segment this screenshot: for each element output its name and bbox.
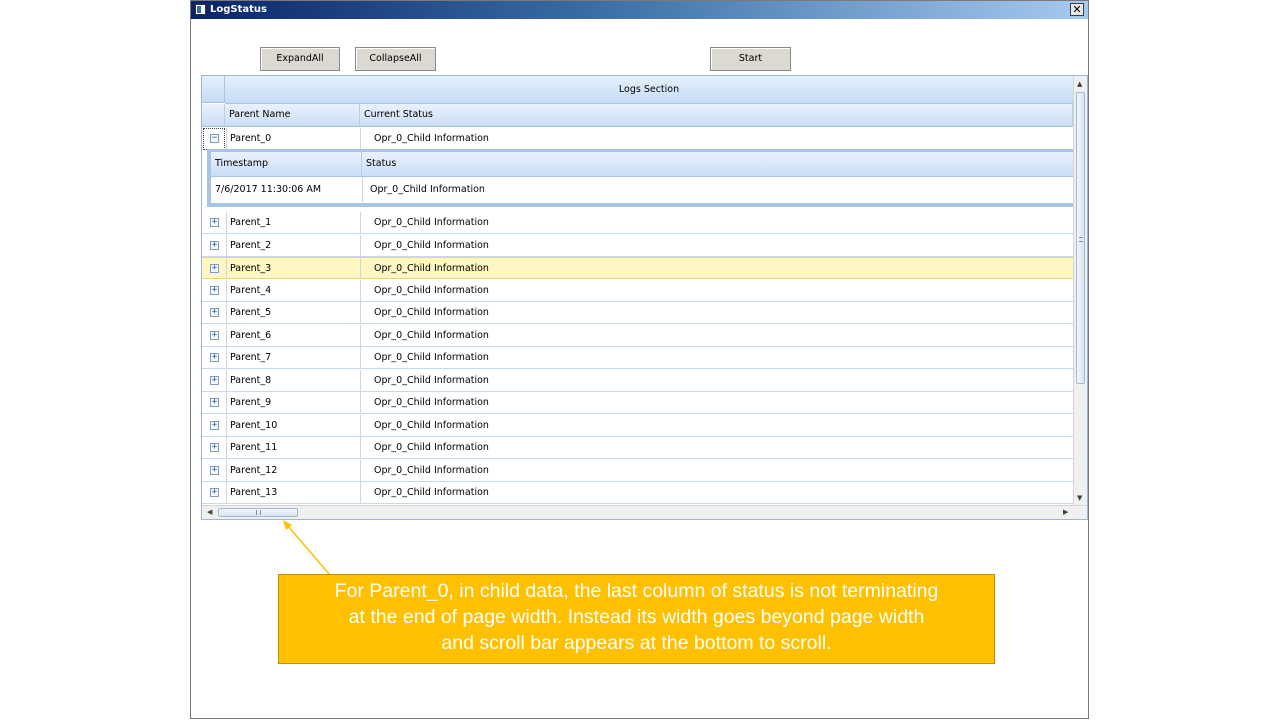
annotation-callout: For Parent_0, in child data, the last co… xyxy=(278,574,995,664)
callout-line: and scroll bar appears at the bottom to … xyxy=(441,632,832,654)
callout-line: For Parent_0, in child data, the last co… xyxy=(334,580,939,602)
callout-line: at the end of page width. Instead its wi… xyxy=(348,606,925,628)
